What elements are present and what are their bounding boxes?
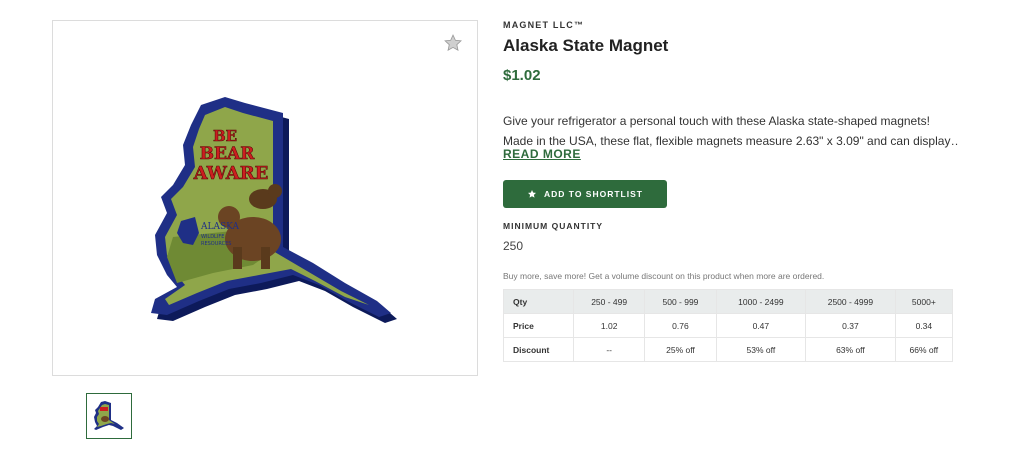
table-header-cell: Qty <box>503 289 574 314</box>
magnet-text-be: BE <box>213 127 237 145</box>
product-thumbnail[interactable] <box>86 393 132 439</box>
brand-name: MAGNET LLC™ <box>503 20 585 30</box>
table-cell: 53% off <box>715 337 807 362</box>
read-more-link[interactable]: READ MORE <box>503 147 581 161</box>
table-cell: 25% off <box>644 337 717 362</box>
shortlist-button-label: ADD TO SHORTLIST <box>544 189 643 199</box>
magnet-text-bear: BEAR <box>200 144 256 164</box>
alaska-magnet-image: BE BEAR AWARE ALASKA WILDLIFE RESOURCES <box>151 97 397 323</box>
volume-discount-note: Buy more, save more! Get a volume discou… <box>503 271 825 281</box>
table-cell: 0.37 <box>805 313 896 338</box>
table-header-cell: 250 - 499 <box>572 289 646 314</box>
table-cell: 1.02 <box>572 313 646 338</box>
product-description: Give your refrigerator a personal touch … <box>503 111 958 151</box>
table-cell: 0.47 <box>715 313 807 338</box>
table-header-cell: 1000 - 2499 <box>715 289 807 314</box>
product-price: $1.02 <box>503 67 541 84</box>
magnet-logo-sub1: WILDLIFE <box>201 234 224 240</box>
star-icon <box>528 190 537 198</box>
table-cell: Discount <box>503 337 574 362</box>
table-cell: -- <box>572 337 646 362</box>
table-cell: 63% off <box>805 337 896 362</box>
table-cell: 0.76 <box>644 313 717 338</box>
table-header-cell: 2500 - 4999 <box>805 289 896 314</box>
volume-pricing-table: Qty 250 - 499 500 - 999 1000 - 2499 2500… <box>503 289 954 362</box>
magnet-logo-sub2: RESOURCES <box>201 241 231 247</box>
minimum-quantity-value: 250 <box>503 239 524 253</box>
table-row: Discount -- 25% off 53% off 63% off 66% … <box>503 337 954 362</box>
table-cell: 66% off <box>894 337 954 362</box>
add-to-shortlist-button[interactable]: ADD TO SHORTLIST <box>503 180 667 208</box>
description-line: Give your refrigerator a personal touch … <box>503 114 930 128</box>
minimum-quantity-label: MINIMUM QUANTITY <box>503 221 604 231</box>
product-image-panel: BE BEAR AWARE ALASKA WILDLIFE RESOURCES <box>52 20 478 376</box>
magnet-logo-word: ALASKA <box>200 222 240 232</box>
table-header-row: Qty 250 - 499 500 - 999 1000 - 2499 2500… <box>503 289 954 314</box>
table-cell: 0.34 <box>894 313 954 338</box>
table-header-cell: 500 - 999 <box>644 289 717 314</box>
magnet-text-aware: AWARE <box>193 163 269 184</box>
table-cell: Price <box>503 313 574 338</box>
alaska-thumbnail-image <box>94 401 124 430</box>
table-header-cell: 5000+ <box>894 289 954 314</box>
star-icon[interactable] <box>443 33 463 53</box>
table-row: Price 1.02 0.76 0.47 0.37 0.34 <box>503 313 954 338</box>
product-title: Alaska State Magnet <box>503 36 669 55</box>
